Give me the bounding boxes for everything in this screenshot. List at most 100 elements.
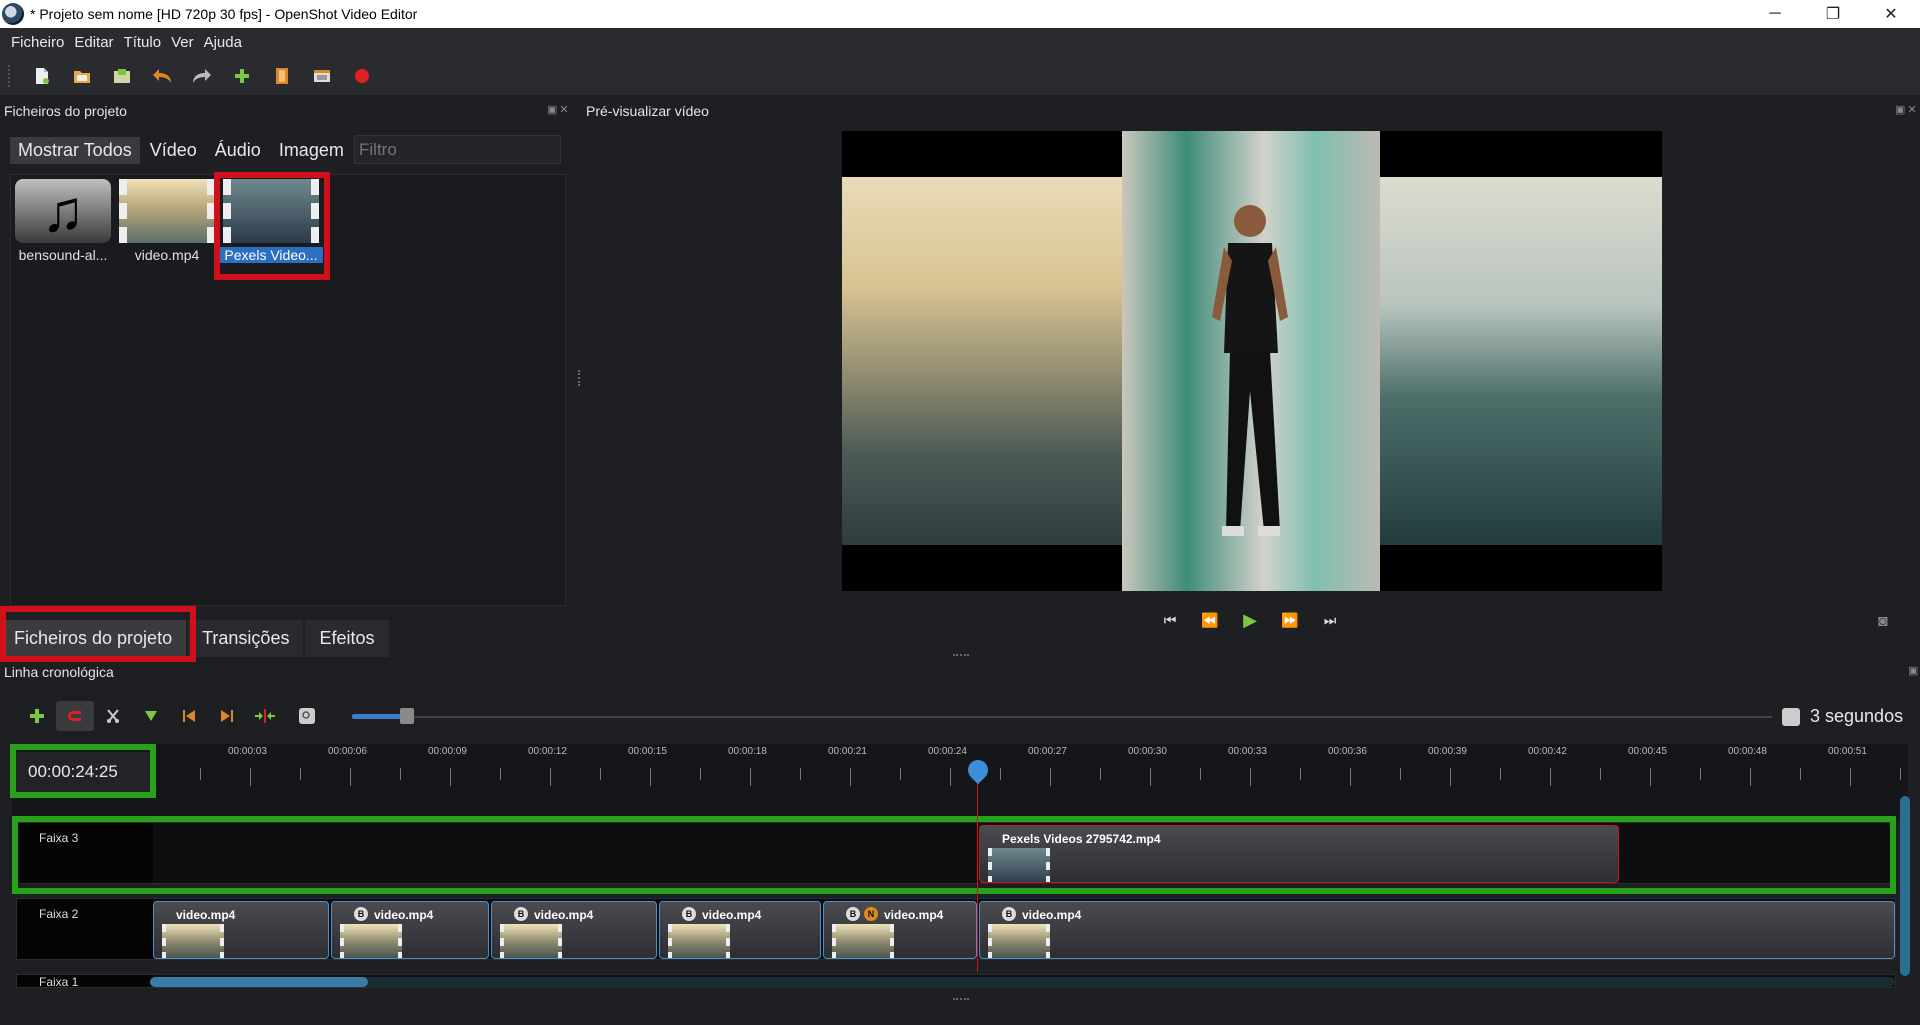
menu-ajuda[interactable]: Ajuda bbox=[199, 34, 247, 51]
preview-frame-person bbox=[1122, 131, 1380, 591]
track-header[interactable]: Faixa 1 bbox=[17, 975, 153, 987]
clip-badge: N bbox=[864, 907, 878, 921]
project-files-dock-buttons[interactable]: ▣✕ bbox=[547, 103, 571, 116]
ruler-tick bbox=[1250, 768, 1251, 786]
tab-effects[interactable]: Efeitos bbox=[305, 619, 389, 657]
preview-frame-beach bbox=[842, 177, 1122, 545]
ruler-tick-label: 00:00:33 bbox=[1228, 746, 1267, 757]
openshot-logo-icon bbox=[2, 3, 24, 25]
ruler-tick bbox=[1400, 768, 1401, 780]
file-item-video[interactable]: video.mp4 bbox=[115, 175, 219, 263]
ruler-tick-label: 00:00:09 bbox=[428, 746, 467, 757]
ruler-tick bbox=[1750, 768, 1751, 786]
menu-editar[interactable]: Editar bbox=[69, 34, 118, 51]
next-marker-icon[interactable] bbox=[208, 701, 246, 731]
zoom-scale-label: 3 segundos bbox=[1810, 706, 1904, 726]
zoom-fit-icon[interactable] bbox=[288, 701, 326, 731]
ruler-tick bbox=[1450, 768, 1451, 786]
zoom-slider-handle[interactable] bbox=[400, 708, 414, 724]
clip-video[interactable]: B video.mp4 bbox=[979, 901, 1895, 959]
choose-profile-icon[interactable] bbox=[262, 60, 302, 92]
ruler-tick bbox=[600, 768, 601, 780]
clip-thumbnail bbox=[500, 924, 562, 958]
ruler-tick bbox=[700, 768, 701, 780]
preview-title: Pré-visualizar vídeo bbox=[586, 103, 709, 119]
filter-input[interactable] bbox=[354, 135, 561, 164]
splitter-handle[interactable] bbox=[953, 654, 969, 656]
timeline-vertical-scrollbar[interactable] bbox=[1900, 796, 1910, 976]
jump-start-button[interactable]: ⏮ bbox=[1150, 606, 1190, 634]
camera-icon[interactable]: ◙ bbox=[1878, 613, 1888, 631]
ruler-tick-label: 00:00:42 bbox=[1528, 746, 1567, 757]
highlight-box-green bbox=[10, 744, 156, 798]
clip-badge: B bbox=[514, 907, 528, 921]
track-header[interactable]: Faixa 2 bbox=[17, 899, 153, 959]
zoom-slider-fill bbox=[352, 714, 402, 719]
clip-video[interactable]: B video.mp4 bbox=[659, 901, 821, 959]
ruler-tick bbox=[1300, 768, 1301, 780]
ruler-tick bbox=[850, 768, 851, 786]
clip-thumbnail bbox=[832, 924, 894, 958]
clip-video[interactable]: video.mp4 bbox=[153, 901, 329, 959]
clip-video[interactable]: B video.mp4 bbox=[331, 901, 489, 959]
ruler-tick bbox=[1800, 768, 1801, 780]
clip-name: video.mp4 bbox=[176, 908, 236, 922]
ruler-tick-label: 00:00:06 bbox=[328, 746, 367, 757]
add-track-icon[interactable] bbox=[18, 701, 56, 731]
track-faixa-2[interactable]: Faixa 2 video.mp4 B video.mp4 B video.mp… bbox=[16, 898, 1896, 960]
ruler-tick-label: 00:00:24 bbox=[928, 746, 967, 757]
splitter-handle[interactable] bbox=[578, 370, 580, 386]
timeline-horizontal-scrollbar-thumb[interactable] bbox=[150, 977, 368, 987]
menu-titulo[interactable]: Título bbox=[119, 34, 167, 51]
restore-button[interactable]: ❐ bbox=[1804, 0, 1862, 28]
file-filter-tabs: Mostrar Todos Vídeo Áudio Imagem bbox=[10, 134, 354, 166]
splitter-handle[interactable] bbox=[953, 998, 969, 1000]
fast-forward-button[interactable]: ⏩ bbox=[1270, 606, 1310, 634]
new-project-icon[interactable] bbox=[22, 60, 62, 92]
clip-name: video.mp4 bbox=[1022, 908, 1082, 922]
clip-thumbnail bbox=[340, 924, 402, 958]
preview-dock-buttons[interactable]: ▣✕ bbox=[1895, 103, 1919, 116]
main-toolbar bbox=[0, 56, 1920, 96]
filter-video[interactable]: Vídeo bbox=[142, 137, 205, 164]
play-button[interactable]: ▶ bbox=[1230, 606, 1270, 634]
playhead-line[interactable] bbox=[977, 762, 978, 972]
highlight-box-green bbox=[12, 816, 1896, 894]
razor-icon[interactable] bbox=[94, 701, 132, 731]
toolbar-grip[interactable] bbox=[8, 64, 12, 87]
center-playhead-icon[interactable] bbox=[246, 701, 284, 731]
timeline-horizontal-scrollbar[interactable] bbox=[150, 977, 1895, 987]
file-item-audio[interactable]: ♫ bensound-al... bbox=[11, 175, 115, 263]
import-files-icon[interactable] bbox=[222, 60, 262, 92]
jump-end-button[interactable]: ⏭ bbox=[1310, 606, 1350, 634]
minimize-button[interactable]: ─ bbox=[1746, 0, 1804, 28]
zoom-slider-track[interactable] bbox=[352, 716, 1772, 718]
rewind-button[interactable]: ⏪ bbox=[1190, 606, 1230, 634]
ruler-tick-label: 00:00:45 bbox=[1628, 746, 1667, 757]
clip-name: video.mp4 bbox=[884, 908, 944, 922]
timeline-dock-button[interactable]: ▣ bbox=[1908, 664, 1920, 677]
add-marker-icon[interactable] bbox=[132, 701, 170, 731]
clip-thumbnail bbox=[988, 924, 1050, 958]
close-button[interactable]: ✕ bbox=[1862, 0, 1920, 28]
clip-video[interactable]: B N video.mp4 bbox=[823, 901, 977, 959]
clip-video[interactable]: B video.mp4 bbox=[491, 901, 657, 959]
filter-show-all[interactable]: Mostrar Todos bbox=[10, 136, 140, 164]
filter-image[interactable]: Imagem bbox=[271, 137, 352, 164]
undo-icon[interactable] bbox=[142, 60, 182, 92]
export-video-icon[interactable] bbox=[342, 60, 382, 92]
snapping-magnet-icon[interactable] bbox=[56, 701, 94, 731]
open-project-icon[interactable] bbox=[62, 60, 102, 92]
menu-ficheiro[interactable]: Ficheiro bbox=[6, 34, 69, 51]
clip-badge: B bbox=[682, 907, 696, 921]
save-project-icon[interactable] bbox=[102, 60, 142, 92]
menu-ver[interactable]: Ver bbox=[166, 34, 199, 51]
redo-icon[interactable] bbox=[182, 60, 222, 92]
ruler-tick-label: 00:00:51 bbox=[1828, 746, 1867, 757]
fullscreen-icon[interactable] bbox=[302, 60, 342, 92]
tab-transitions[interactable]: Transições bbox=[188, 619, 304, 657]
ruler-tick bbox=[400, 768, 401, 780]
ruler-tick bbox=[1850, 768, 1851, 786]
previous-marker-icon[interactable] bbox=[170, 701, 208, 731]
filter-audio[interactable]: Áudio bbox=[207, 137, 269, 164]
